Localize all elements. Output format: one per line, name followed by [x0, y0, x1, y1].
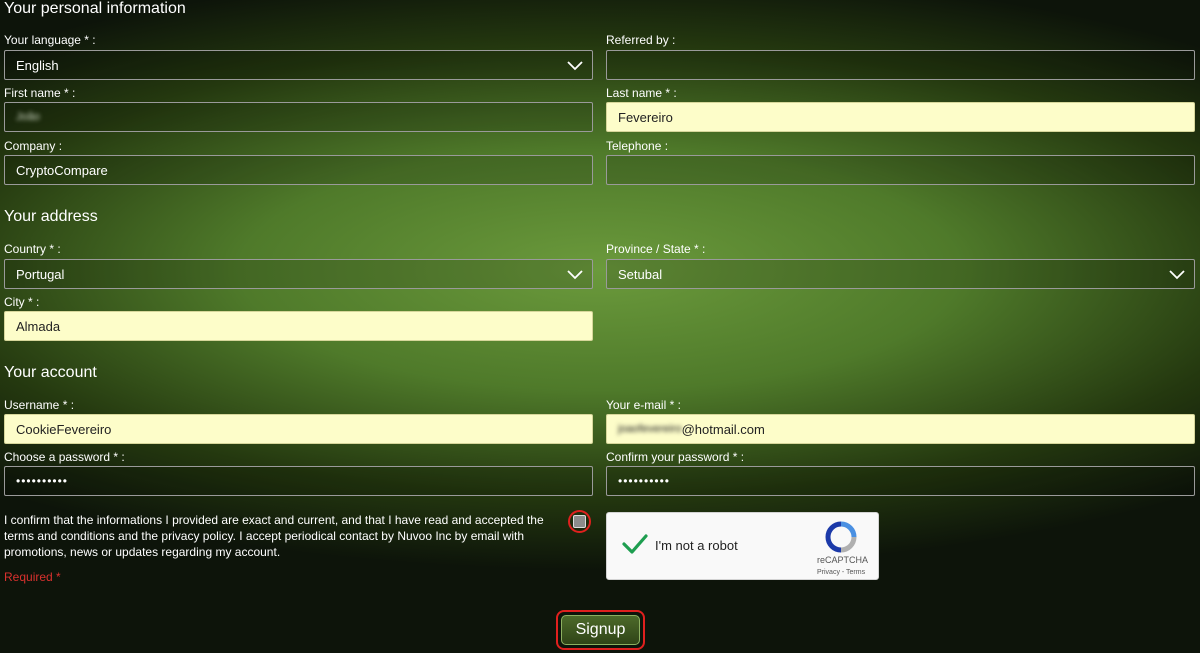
recaptcha-widget[interactable]: I'm not a robot reCAPTCHA Privacy - Term…: [606, 512, 879, 580]
signup-button[interactable]: Signup: [561, 615, 640, 645]
telephone-input[interactable]: [606, 155, 1195, 185]
language-select[interactable]: English: [4, 50, 593, 80]
section-title-address: Your address: [4, 208, 98, 225]
password-label: Choose a password * :: [4, 450, 125, 464]
recaptcha-label: I'm not a robot: [655, 538, 738, 553]
country-value: Portugal: [16, 266, 65, 282]
province-value: Setubal: [618, 266, 663, 282]
province-select[interactable]: Setubal: [606, 259, 1195, 289]
referred-by-input[interactable]: [606, 50, 1195, 80]
recaptcha-logo-icon: [825, 521, 857, 553]
consent-checkbox[interactable]: [573, 515, 586, 528]
language-value: English: [16, 57, 59, 73]
country-select[interactable]: Portugal: [4, 259, 593, 289]
recaptcha-brand: reCAPTCHA: [817, 555, 869, 565]
required-error: Required *: [4, 570, 61, 584]
email-value-hidden: joaofevereiro: [618, 423, 682, 435]
section-title-personal: Your personal information: [4, 0, 186, 17]
chevron-down-icon: [567, 270, 583, 280]
confirm-password-input[interactable]: ••••••••••: [606, 466, 1195, 496]
consent-checkbox-highlight[interactable]: [568, 510, 591, 533]
recaptcha-links[interactable]: Privacy - Terms: [817, 569, 865, 576]
company-input[interactable]: CryptoCompare: [4, 155, 593, 185]
chevron-down-icon: [1169, 270, 1185, 280]
city-label: City * :: [4, 295, 40, 309]
signup-button-highlight: Signup: [556, 610, 645, 650]
email-input[interactable]: joaofevereiro @hotmail.com: [606, 414, 1195, 444]
chevron-down-icon: [567, 61, 583, 71]
first-name-input[interactable]: João: [4, 102, 593, 132]
country-label: Country * :: [4, 242, 61, 256]
confirm-password-label: Confirm your password * :: [606, 450, 745, 464]
referred-by-label: Referred by :: [606, 33, 676, 47]
first-name-value: João: [16, 111, 40, 123]
consent-text: I confirm that the informations I provid…: [4, 513, 544, 559]
last-name-label: Last name * :: [606, 86, 677, 100]
username-label: Username * :: [4, 398, 75, 412]
checkmark-icon: [622, 534, 648, 554]
language-label: Your language * :: [4, 33, 96, 47]
province-label: Province / State * :: [606, 242, 706, 256]
last-name-input[interactable]: Fevereiro: [606, 102, 1195, 132]
email-label: Your e-mail * :: [606, 398, 681, 412]
password-input[interactable]: ••••••••••: [4, 466, 593, 496]
email-value-domain: @hotmail.com: [681, 421, 765, 437]
company-label: Company :: [4, 139, 63, 153]
first-name-label: First name * :: [4, 86, 76, 100]
telephone-label: Telephone :: [606, 139, 669, 153]
section-title-account: Your account: [4, 364, 97, 381]
city-input[interactable]: Almada: [4, 311, 593, 341]
username-input[interactable]: CookieFevereiro: [4, 414, 593, 444]
